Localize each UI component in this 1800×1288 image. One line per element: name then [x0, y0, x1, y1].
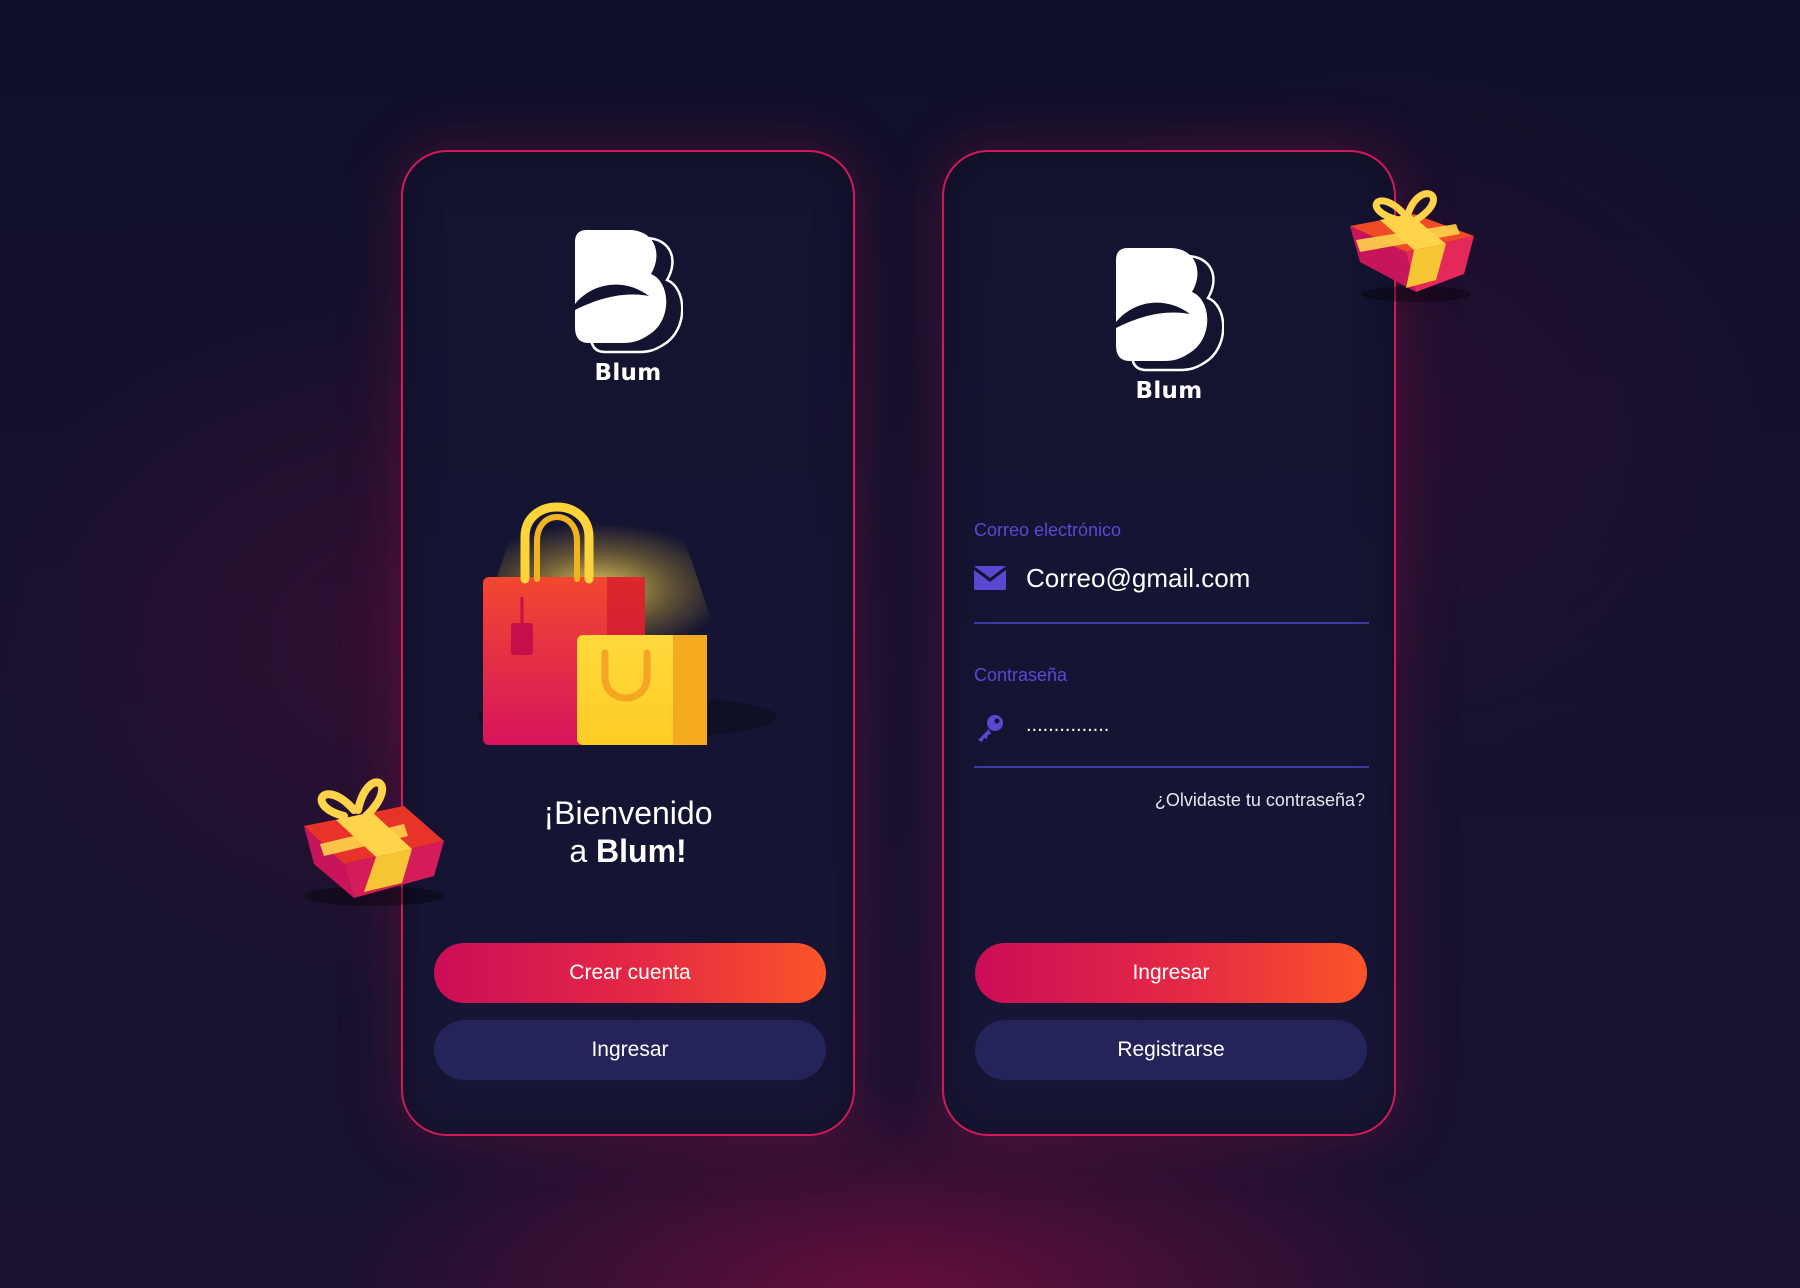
blum-logo-icon — [1116, 248, 1224, 372]
welcome-heading-prefix: a — [569, 833, 597, 869]
sign-in-button[interactable]: Ingresar — [975, 943, 1367, 1003]
key-icon — [974, 713, 1006, 743]
shopping-bags-icon — [477, 502, 777, 745]
welcome-screen: Blum ¡Bienvenido a Blum! Crear cuenta In… — [401, 150, 855, 1136]
brand-name: Blum — [1135, 378, 1203, 404]
blum-logo-icon — [575, 230, 683, 354]
sign-in-button[interactable]: Ingresar — [434, 1020, 826, 1080]
email-field[interactable]: Correo@gmail.com — [974, 550, 1369, 606]
password-value[interactable]: ............... — [1026, 714, 1109, 737]
gift-box-icon — [304, 778, 444, 906]
brand-name: Blum — [594, 360, 662, 386]
forgot-password-link[interactable]: ¿Olvidaste tu contraseña? — [1155, 790, 1365, 811]
email-label: Correo electrónico — [974, 520, 1122, 540]
password-field[interactable]: ............... — [974, 700, 1369, 756]
password-label: Contraseña — [974, 665, 1068, 685]
welcome-heading: ¡Bienvenido a Blum! — [403, 794, 853, 870]
email-value[interactable]: Correo@gmail.com — [1026, 563, 1250, 594]
brand-logo: Blum — [1114, 244, 1224, 404]
register-button[interactable]: Registrarse — [975, 1020, 1367, 1080]
welcome-heading-line2: a Blum! — [403, 832, 853, 870]
email-underline — [974, 622, 1369, 624]
envelope-icon — [974, 563, 1006, 593]
welcome-heading-brand: Blum! — [596, 833, 687, 869]
background — [0, 0, 1800, 1288]
brand-logo: Blum — [573, 226, 683, 386]
welcome-heading-line1: ¡Bienvenido — [543, 795, 713, 831]
create-account-button[interactable]: Crear cuenta — [434, 943, 826, 1003]
gift-box-icon — [1350, 190, 1474, 302]
login-screen: Blum Correo electrónico Correo@gmail.com… — [942, 150, 1396, 1136]
password-underline — [974, 766, 1369, 768]
